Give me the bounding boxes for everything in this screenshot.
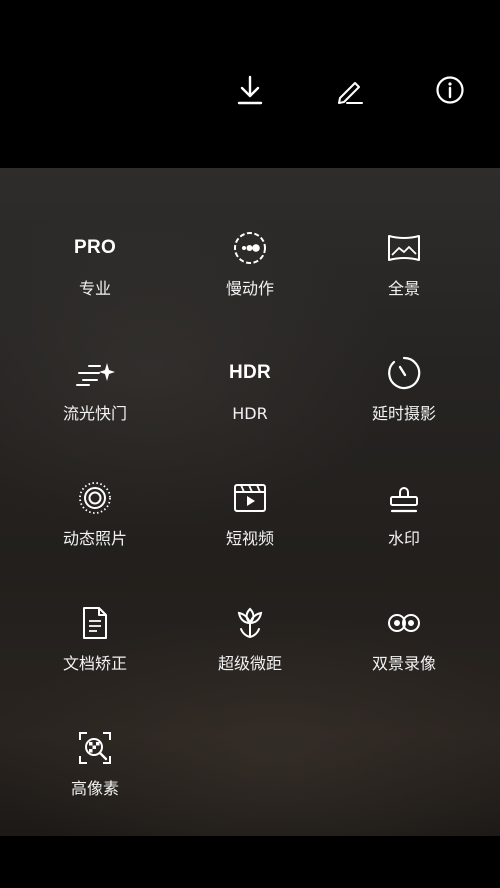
top-toolbar [0, 0, 500, 168]
mode-panorama[interactable]: 全景 [329, 228, 479, 328]
mode-short-video[interactable]: 短视频 [175, 478, 325, 578]
panorama-icon [384, 228, 424, 268]
timer-icon [384, 353, 424, 393]
mode-super-macro[interactable]: 超级微距 [175, 603, 325, 703]
mode-high-res[interactable]: 高像素 [20, 728, 170, 828]
info-icon [436, 76, 464, 104]
mode-pro[interactable]: PRO 专业 [20, 228, 170, 328]
edit-button[interactable] [330, 70, 370, 110]
high-res-icon [75, 728, 115, 768]
mode-label: 高像素 [70, 779, 119, 798]
hdr-icon: HDR [228, 362, 272, 383]
camera-modes-panel: PRO 专业 慢动作 全景 流光快门 HDR HDR 延时摄影 动态照片 短视频… [0, 168, 500, 836]
mode-label: 全景 [387, 279, 420, 298]
slow-motion-icon [230, 228, 270, 268]
mode-label: 延时摄影 [371, 404, 436, 423]
download-button[interactable] [230, 70, 270, 110]
live-photo-icon [75, 478, 115, 518]
light-streak-icon [75, 353, 115, 393]
mode-label: 水印 [387, 529, 420, 548]
bottom-bar [0, 836, 500, 888]
flower-icon [230, 603, 270, 643]
mode-label: 慢动作 [225, 279, 274, 298]
dual-view-icon [384, 603, 424, 643]
mode-document[interactable]: 文档矫正 [20, 603, 170, 703]
download-icon [237, 75, 263, 105]
pro-icon: PRO [73, 237, 117, 258]
mode-moving-picture[interactable]: 动态照片 [20, 478, 170, 578]
mode-dual-view[interactable]: 双景录像 [329, 603, 479, 703]
mode-label: 文档矫正 [62, 654, 127, 673]
mode-light-painting[interactable]: 流光快门 [20, 353, 170, 453]
mode-watermark[interactable]: 水印 [329, 478, 479, 578]
video-clip-icon [230, 478, 270, 518]
info-button[interactable] [430, 70, 470, 110]
mode-label: 流光快门 [62, 404, 127, 423]
document-icon [75, 603, 115, 643]
mode-label: 短视频 [225, 529, 274, 548]
mode-label: 专业 [78, 279, 111, 298]
mode-hdr[interactable]: HDR HDR [175, 353, 325, 453]
stamp-icon [384, 478, 424, 518]
mode-label: 动态照片 [62, 529, 127, 548]
mode-label: HDR [232, 404, 268, 423]
edit-icon [338, 82, 363, 104]
mode-time-lapse[interactable]: 延时摄影 [329, 353, 479, 453]
mode-slow-motion[interactable]: 慢动作 [175, 228, 325, 328]
mode-label: 超级微距 [217, 654, 282, 673]
mode-label: 双景录像 [371, 654, 436, 673]
